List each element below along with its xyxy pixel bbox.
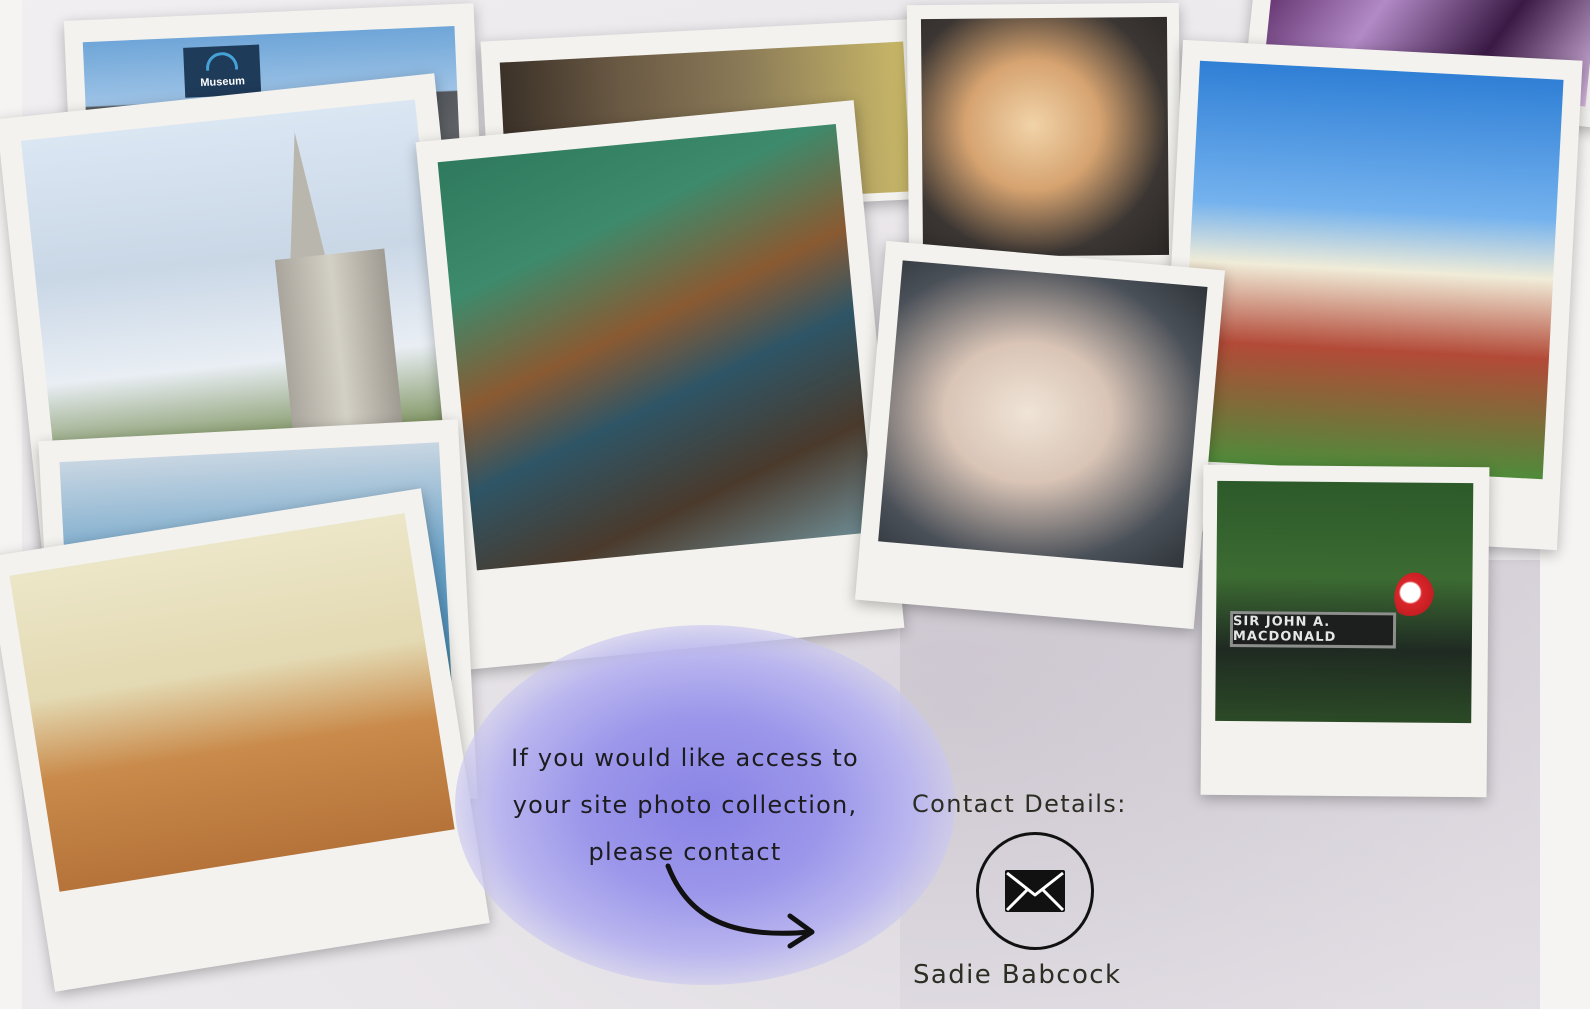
- photo-drawer-shelves: [437, 123, 876, 571]
- contact-details-heading: Contact Details:: [912, 790, 1127, 818]
- email-button[interactable]: [976, 832, 1094, 950]
- photo-statue: [920, 16, 1170, 258]
- message-line-2: your site photo collection,: [512, 791, 858, 819]
- museum-sign-text: Museum: [200, 75, 246, 90]
- curved-arrow-icon: [665, 863, 815, 949]
- polaroid-statue: [906, 2, 1182, 276]
- polaroid-gate: SIR JOHN A. MACDONALD: [1200, 464, 1490, 798]
- museum-logo-icon: [205, 51, 239, 71]
- gate-sign-text: SIR JOHN A. MACDONALD: [1232, 614, 1337, 645]
- church-tower: [274, 248, 405, 449]
- gate-nameplate: SIR JOHN A. MACDONALD: [1229, 610, 1397, 649]
- contact-name[interactable]: Sadie Babcock: [913, 960, 1173, 990]
- photo-heritage-house: [1179, 60, 1564, 480]
- photo-memorial-gate: SIR JOHN A. MACDONALD: [1215, 480, 1474, 724]
- envelope-icon: [1005, 870, 1065, 912]
- flower-icon: [1394, 572, 1435, 623]
- polaroid-swatches: [854, 240, 1226, 630]
- photo-color-swatches: [878, 260, 1208, 568]
- polaroid-interior: [0, 488, 490, 992]
- polaroid-shelves: [415, 100, 905, 670]
- museum-sign: Museum: [183, 44, 262, 98]
- photo-museum-interior: [9, 513, 455, 892]
- steeple-shape: [276, 130, 327, 264]
- message-line-1: If you would like access to: [511, 744, 859, 772]
